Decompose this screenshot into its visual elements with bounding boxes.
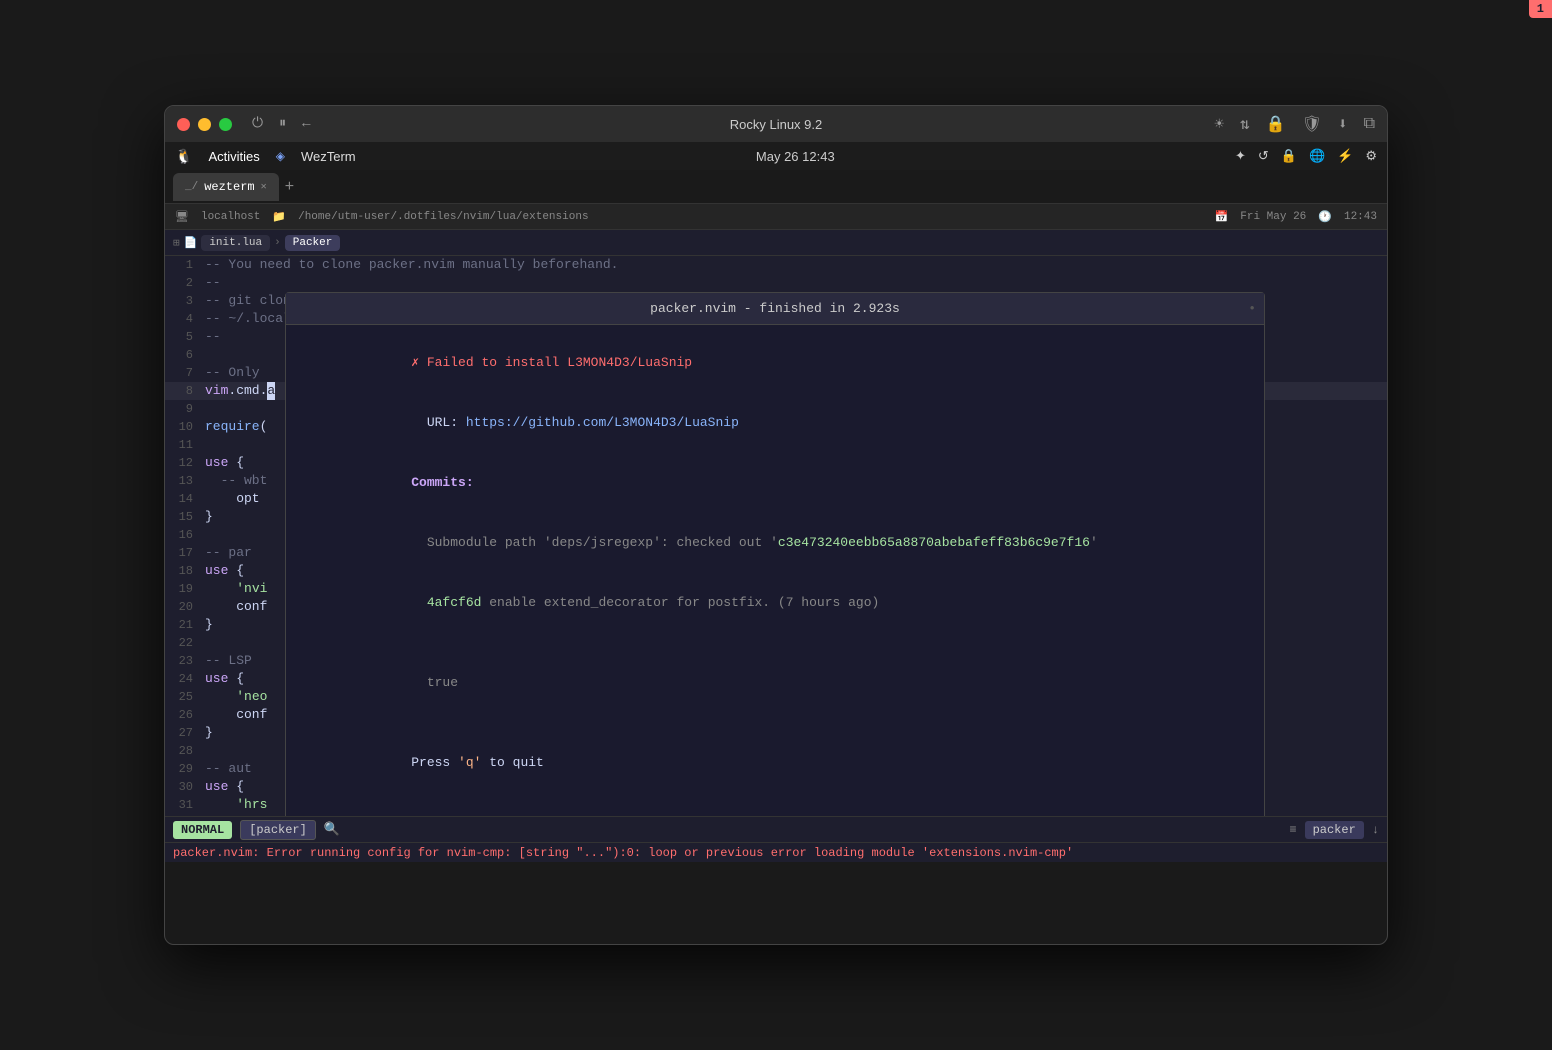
- popup-line-2: URL: https://github.com/L3MON4D3/LuaSnip: [302, 393, 1248, 453]
- title-bar-left-icons: ⏻ ⏸ ←: [252, 116, 310, 132]
- system-bar-left: 🐧 Activities ◈ WezTerm: [175, 148, 356, 165]
- breadcrumb-packer[interactable]: Packer: [285, 235, 341, 251]
- monitor-icon: 🖥: [175, 210, 189, 224]
- date-label: Fri May 26: [1240, 211, 1306, 223]
- packer-popup: packer.nvim - finished in 2.923s ✗ Faile…: [285, 292, 1265, 816]
- wifi-icon[interactable]: ⇅: [1240, 114, 1250, 134]
- window-controls-icon[interactable]: ⧉: [1364, 115, 1375, 133]
- folder-icon: 📁: [272, 210, 286, 224]
- new-tab-button[interactable]: +: [285, 178, 295, 196]
- path-label: /home/utm-user/.dotfiles/nvim/lua/extens…: [298, 211, 588, 223]
- wezterm-icon: ◈: [276, 149, 285, 163]
- popup-body: ✗ Failed to install L3MON4D3/LuaSnip URL…: [286, 325, 1264, 816]
- popup-line-3: Commits:: [302, 453, 1248, 513]
- breadcrumb-init-label: init.lua: [209, 237, 262, 249]
- vim-right-status: ≡ packer ↓: [1289, 821, 1379, 839]
- close-button[interactable]: [177, 118, 190, 131]
- lock-icon[interactable]: 🔒: [1266, 114, 1286, 134]
- popup-line-6: [302, 633, 1248, 653]
- breadcrumb-init-lua[interactable]: init.lua: [201, 235, 270, 251]
- calendar-icon: 📅: [1215, 210, 1229, 224]
- popup-dot: •: [1248, 301, 1256, 316]
- wezterm-menu-item[interactable]: WezTerm: [301, 149, 356, 164]
- maximize-button[interactable]: [219, 118, 232, 131]
- downloads-icon[interactable]: ⬇: [1338, 114, 1348, 134]
- brightness-icon[interactable]: ☀: [1214, 114, 1224, 134]
- minimize-button[interactable]: [198, 118, 211, 131]
- clock-icon: 🕐: [1318, 210, 1332, 224]
- power-icon[interactable]: ⏻: [252, 116, 263, 132]
- popup-line-7: true: [302, 653, 1248, 713]
- battery-icon[interactable]: ⚡: [1337, 148, 1353, 164]
- window-frame: ⏻ ⏸ ← Rocky Linux 9.2 ☀ ⇅ 🔒 🛡 ⬇ ⧉ 🐧 Acti…: [164, 105, 1388, 945]
- search-icon[interactable]: 🔍: [324, 822, 340, 837]
- vim-right-label: ≡: [1289, 823, 1296, 837]
- breadcrumb-separator: ›: [274, 237, 281, 249]
- time-label: 12:43: [1344, 211, 1377, 223]
- system-bar-time: May 26 12:43: [356, 149, 1235, 164]
- popup-line-1: ✗ Failed to install L3MON4D3/LuaSnip: [302, 333, 1248, 393]
- tab-bar: _/ wezterm ✕ +: [165, 170, 1387, 204]
- vim-status-bar: NORMAL [packer] 🔍 ≡ packer ↓: [165, 816, 1387, 842]
- network-icon[interactable]: 🌐: [1309, 148, 1325, 164]
- tab-label: wezterm: [204, 180, 254, 194]
- popup-line-8: [302, 713, 1248, 733]
- host-label: localhost: [201, 211, 260, 223]
- status-bar-right: 📅 Fri May 26 🕐 12:43: [1215, 210, 1377, 224]
- breadcrumb-bar: ⊞ 📄 init.lua › Packer 1: [165, 230, 1387, 256]
- title-bar-right-icons: ☀ ⇅ 🔒 🛡 ⬇ ⧉: [1214, 114, 1375, 134]
- breadcrumb-packer-label: Packer: [293, 237, 333, 249]
- popup-title: packer.nvim - finished in 2.923s: [286, 293, 1264, 325]
- lock-sys-icon[interactable]: 🔒: [1281, 148, 1297, 164]
- system-bar: 🐧 Activities ◈ WezTerm May 26 12:43 ✦ ↺ …: [165, 142, 1387, 170]
- security-icon[interactable]: 🛡: [1302, 114, 1322, 134]
- vim-arrow-icon: ↓: [1372, 823, 1379, 837]
- packer-label-badge: [packer]: [240, 820, 316, 840]
- traffic-lights: [177, 118, 232, 131]
- code-line-2: 2 --: [165, 274, 1387, 292]
- error-text: packer.nvim: Error running config for nv…: [173, 846, 1073, 860]
- tab-wezterm[interactable]: _/ wezterm ✕: [173, 173, 279, 201]
- settings-icon[interactable]: ⚙: [1365, 148, 1377, 164]
- popup-line-hint-2: Press '<CR>' to show more info: [302, 793, 1248, 816]
- back-icon[interactable]: ←: [302, 116, 310, 132]
- info-status-bar: 🖥 localhost 📁 /home/utm-user/.dotfiles/n…: [165, 204, 1387, 230]
- window-title: Rocky Linux 9.2: [730, 117, 823, 132]
- vim-mode-badge: NORMAL: [173, 821, 232, 839]
- error-bar: packer.nvim: Error running config for nv…: [165, 842, 1387, 862]
- title-bar: ⏻ ⏸ ← Rocky Linux 9.2 ☀ ⇅ 🔒 🛡 ⬇ ⧉: [165, 106, 1387, 142]
- brightness-sys-icon[interactable]: ✦: [1235, 148, 1246, 164]
- editor-area: 1 -- You need to clone packer.nvim manua…: [165, 256, 1387, 816]
- code-line-1: 1 -- You need to clone packer.nvim manua…: [165, 256, 1387, 274]
- pause-icon: ⏸: [279, 116, 286, 132]
- packer-right-badge: packer: [1305, 821, 1364, 839]
- refresh-icon[interactable]: ↺: [1258, 148, 1269, 164]
- popup-line-hint-1: Press 'q' to quit: [302, 733, 1248, 793]
- tab-close-button[interactable]: ✕: [261, 181, 267, 193]
- activities-button[interactable]: Activities: [208, 149, 259, 164]
- breadcrumb-file-icon: 📄: [184, 236, 198, 250]
- terminal-icon: _/: [185, 181, 198, 193]
- breadcrumb-icon: ⊞: [173, 236, 180, 250]
- system-bar-right: ✦ ↺ 🔒 🌐 ⚡ ⚙: [1235, 148, 1377, 164]
- popup-line-4: Submodule path 'deps/jsregexp': checked …: [302, 513, 1248, 573]
- app-logo-icon: 🐧: [175, 148, 192, 165]
- popup-line-5: 4afcf6d enable extend_decorator for post…: [302, 573, 1248, 633]
